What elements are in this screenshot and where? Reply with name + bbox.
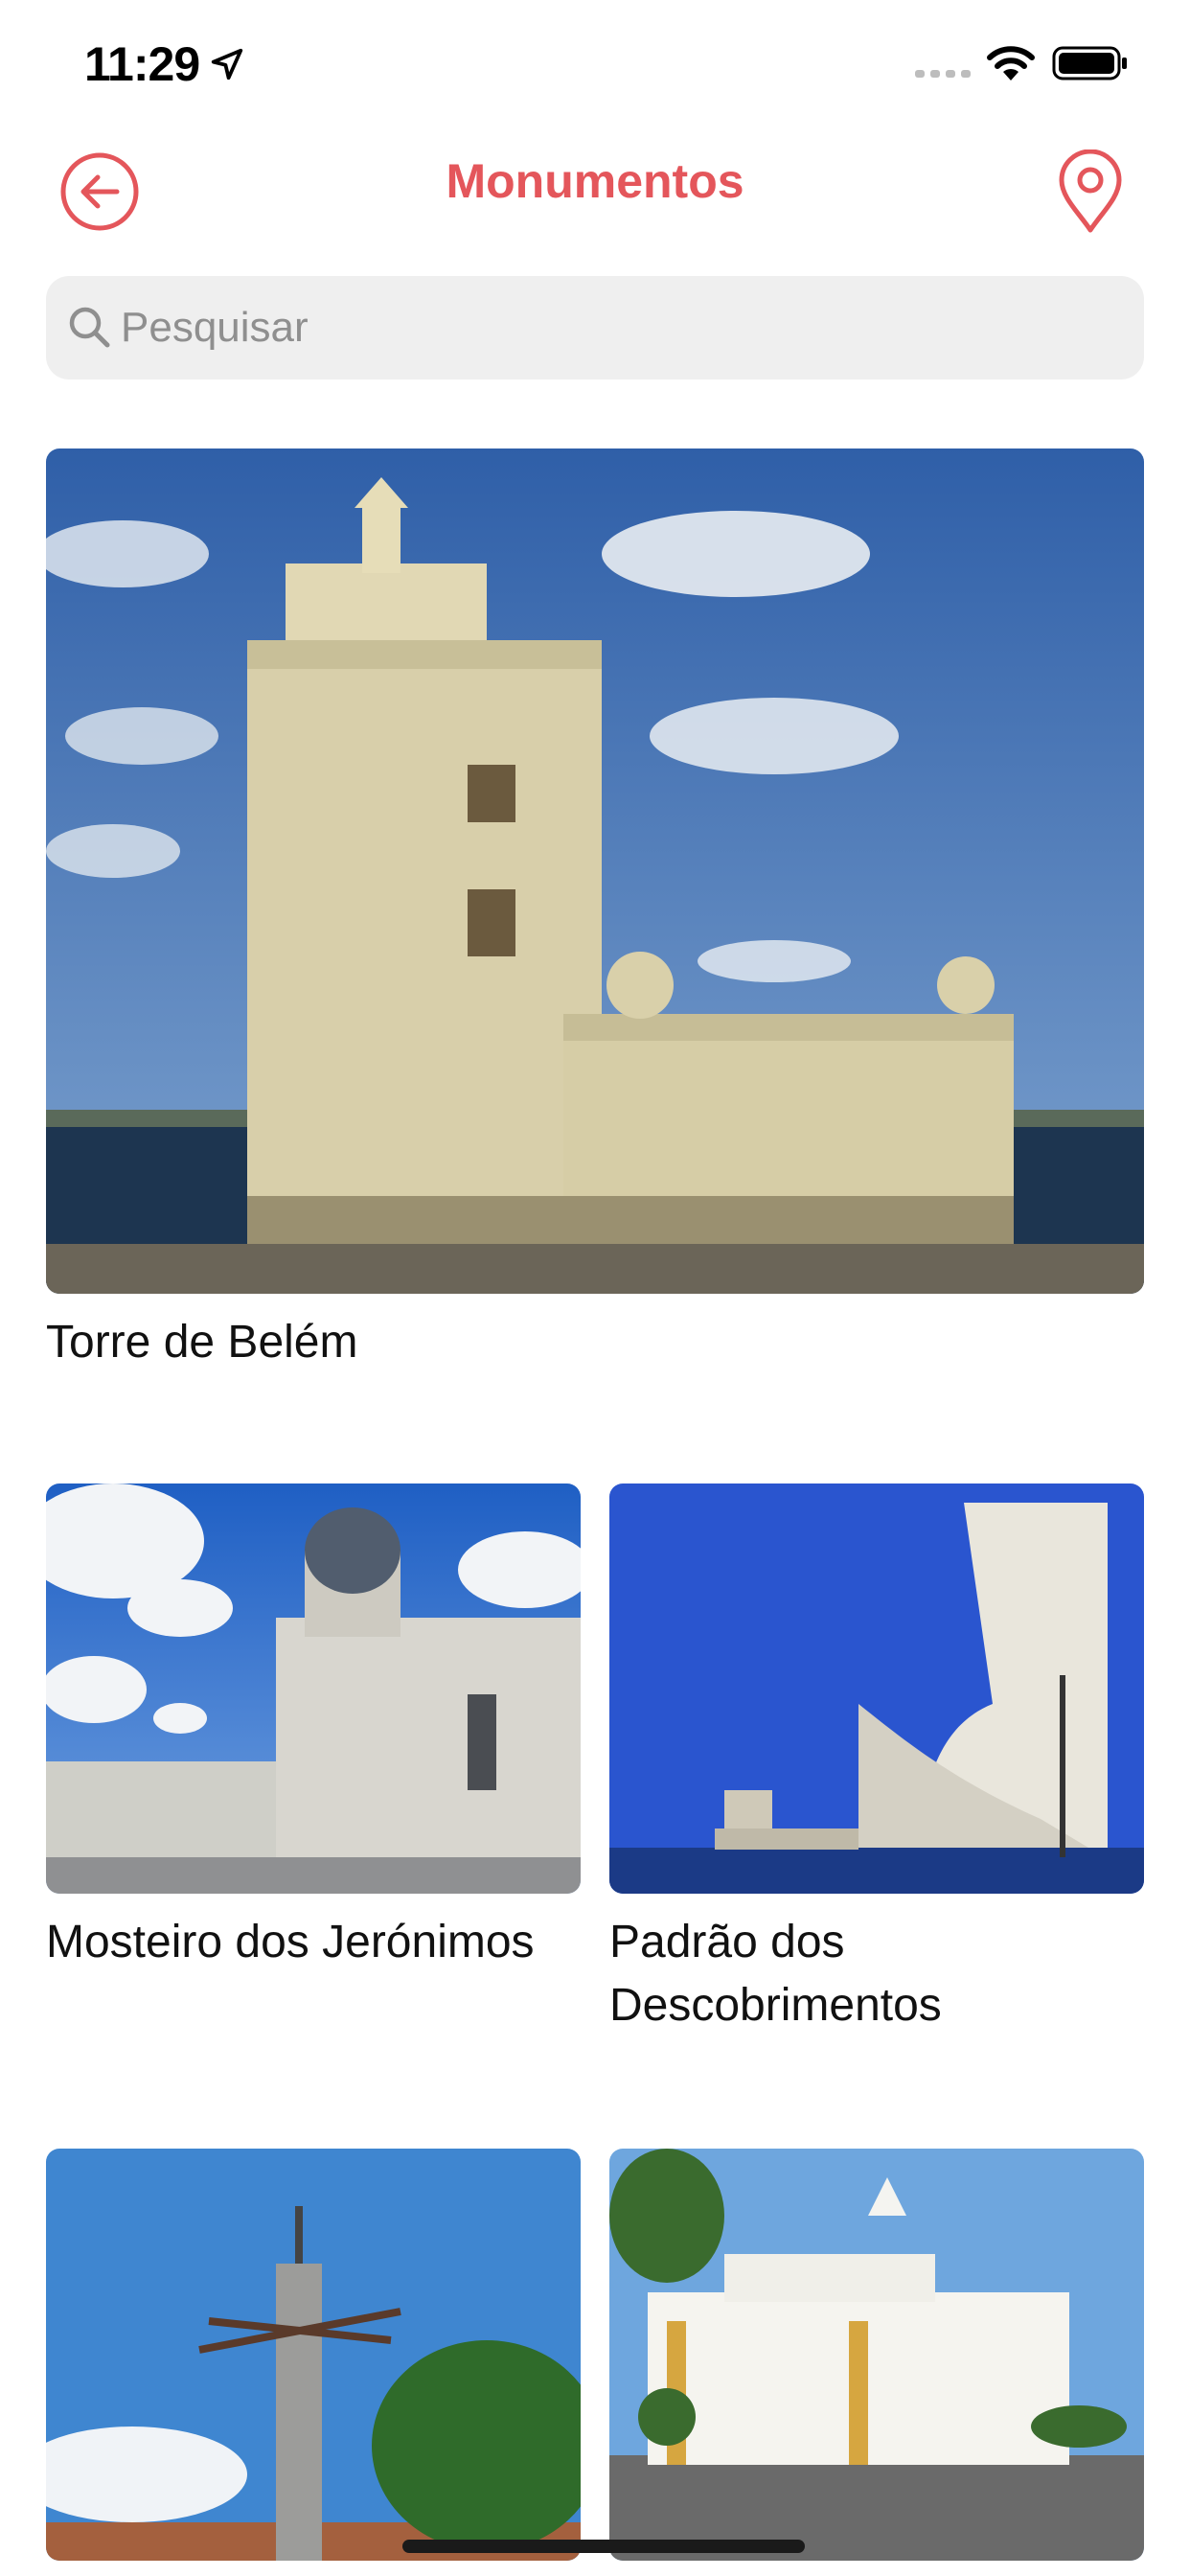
monument-card-mosteiro-dos-jeronimos[interactable]: Mosteiro dos Jerónimos [46,1484,581,1982]
home-indicator[interactable] [402,2540,805,2553]
monument-photo [609,2149,1144,2561]
monument-photo [46,1484,581,1894]
search-input[interactable] [121,276,1117,380]
monument-photo [46,448,1144,1294]
monument-title-line2: Descobrimentos [609,1980,942,2031]
monument-card-5[interactable] [609,2149,1144,2576]
monument-title: Mosteiro dos Jerónimos [46,1917,535,1967]
monument-card-4[interactable] [46,2149,581,2576]
location-services-icon [211,48,243,80]
monument-title-line1: Padrão dos [609,1917,845,1967]
location-pin-button[interactable] [1058,150,1123,234]
search-icon [69,307,110,348]
monument-card-torre-de-belem[interactable]: Torre de Belém [46,448,1144,1388]
monument-card-padrao-dos-descobrimentos[interactable]: Padrão dos Descobrimentos [609,1484,1144,2039]
monument-title: Torre de Belém [46,1317,358,1368]
search-bar[interactable] [46,276,1144,380]
monument-title: Padrão dos Descobrimentos [609,1911,942,2037]
status-time: 11:29 [84,37,200,91]
monument-photo [609,1484,1144,1894]
wifi-icon [987,46,1035,80]
battery-icon [1052,46,1127,80]
monument-photo [46,2149,581,2561]
page-title: Monumentos [446,154,744,208]
screen: 11:29 Monumentos Pesquisar Torre de Belé… [0,0,1190,2576]
cellular-signal-icon [915,70,971,78]
